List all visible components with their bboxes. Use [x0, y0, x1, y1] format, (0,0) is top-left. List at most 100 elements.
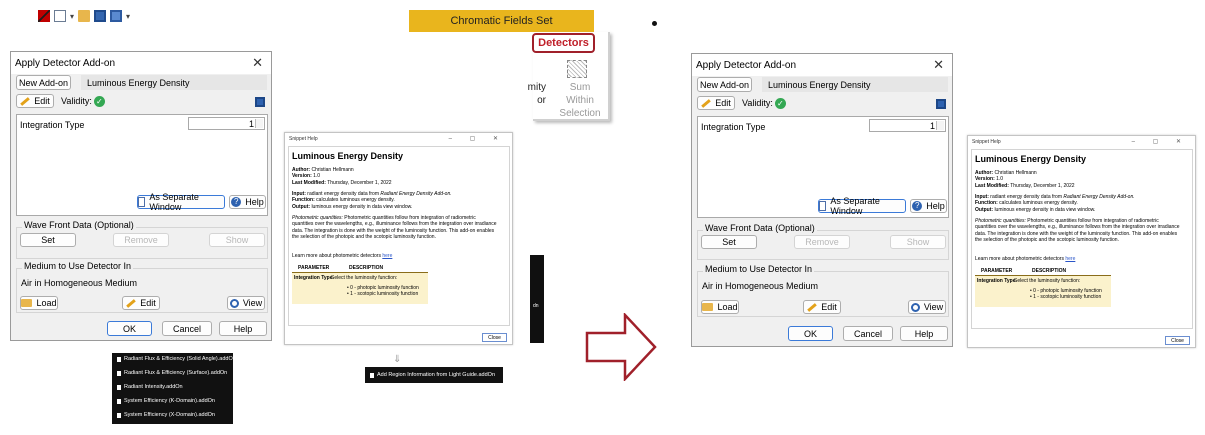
new-addon-button[interactable]: New Add-on	[697, 77, 752, 92]
learn-more-link[interactable]: here	[382, 253, 392, 259]
input-italic: Radiant Energy Density Add-on.	[380, 191, 452, 197]
help-close-button[interactable]: Close	[482, 333, 507, 342]
sum-within-selection-button[interactable]: Sum Within Selection	[555, 81, 605, 120]
cancel-button[interactable]: Cancel	[162, 321, 212, 336]
help-icon: ?	[912, 201, 923, 211]
desc-line-4: the selection of the photopic and the sc…	[292, 233, 436, 240]
snippet-help-window: Snippet Help – ▢ ✕ Luminous Energy Densi…	[284, 132, 513, 345]
param-option-2: 1 - scotopic luminosity function	[1033, 294, 1102, 301]
region-file-item[interactable]: Add Region Information from Light Guide.…	[365, 367, 503, 383]
remove-button[interactable]: Remove	[794, 235, 850, 249]
list-item[interactable]: Radiant Flux & Efficiency (Solid Angle).…	[117, 356, 236, 362]
load-button[interactable]: Load	[20, 296, 58, 310]
pencil-icon	[701, 98, 712, 108]
ok-button[interactable]: OK	[107, 321, 152, 336]
input-italic: Radiant Energy Density Add-on.	[1063, 194, 1135, 200]
learn-more-text: Learn more about photometric detectors	[975, 256, 1064, 262]
ribbon-tab-chromatic-fields-set[interactable]: Chromatic Fields Set	[409, 10, 594, 32]
table-header-parameter: PARAMETER	[981, 268, 1013, 274]
help-button[interactable]: ? Help	[229, 195, 266, 209]
integration-type-stepper[interactable]: 1	[869, 119, 946, 132]
as-separate-window-button[interactable]: As Separate Window	[137, 192, 225, 212]
validity-indicator: Validity: ✓	[61, 96, 105, 107]
table-header-description: DESCRIPTION	[1032, 268, 1067, 274]
list-item-label: System Efficiency (X-Domain).addOn	[124, 412, 215, 418]
help-heading: Luminous Energy Density	[292, 151, 404, 161]
set-button[interactable]: Set	[701, 235, 757, 249]
edit-label: Edit	[715, 98, 731, 108]
cancel-button[interactable]: Cancel	[843, 326, 893, 341]
right-arrow-icon	[585, 313, 657, 381]
save-as-icon[interactable]	[110, 10, 123, 22]
separate-window-label: As Separate Window	[149, 192, 199, 212]
addon-file-list: Radiant Flux & Efficiency (Solid Angle).…	[112, 353, 236, 424]
validity-label: Validity:	[742, 98, 773, 108]
list-item-label: Radiant Flux & Efficiency (Surface).addO…	[124, 370, 228, 376]
list-item[interactable]: Radiant Intensity.addOn	[117, 384, 183, 390]
save-icon[interactable]	[936, 99, 946, 109]
clipped-ribbon-label: mity or	[512, 81, 546, 107]
edit-medium-button[interactable]: Edit	[803, 300, 841, 314]
sum-within-label: Sum Within	[566, 82, 594, 106]
version-value: 1.0	[996, 176, 1004, 183]
help-close-label: Close	[488, 334, 501, 341]
edit-addon-button[interactable]: Edit	[16, 94, 54, 108]
open-folder-icon[interactable]	[78, 10, 91, 22]
author-value: Christian Hellmann	[311, 167, 354, 173]
snippet-help-title: Snippet Help	[972, 139, 1001, 145]
new-file-icon[interactable]	[54, 10, 66, 22]
save-icon[interactable]	[255, 97, 265, 107]
show-button[interactable]: Show	[209, 233, 265, 247]
close-icon[interactable]: ✕	[933, 57, 944, 73]
as-separate-window-button[interactable]: As Separate Window	[818, 196, 906, 216]
learn-more: Learn more about photometric detectors h…	[292, 253, 392, 259]
close-icon[interactable]: ✕	[252, 55, 263, 71]
help-heading: Luminous Energy Density	[975, 154, 1087, 164]
edit-medium-label: Edit	[821, 302, 837, 312]
file-icon	[117, 412, 121, 418]
check-icon: ✓	[774, 98, 786, 109]
remove-button[interactable]: Remove	[113, 233, 169, 247]
file-icon	[117, 370, 121, 376]
window-controls-icon[interactable]: – ▢ ✕	[1132, 138, 1189, 145]
list-item[interactable]: Radiant Flux & Efficiency (Surface).addO…	[117, 370, 227, 376]
author-label: Author:	[292, 167, 311, 173]
window-controls-icon[interactable]: – ▢ ✕	[449, 135, 506, 142]
addon-name-value: Luminous Energy Density	[87, 77, 190, 88]
help2-button[interactable]: Help	[219, 321, 267, 336]
parameter-table: PARAMETER DESCRIPTION Integration Type S…	[292, 264, 428, 304]
view-button[interactable]: View	[908, 300, 946, 314]
load-label: Load	[36, 298, 57, 308]
set-button[interactable]: Set	[20, 233, 76, 247]
integration-type-stepper[interactable]: 1	[188, 117, 265, 130]
detectors-menu-button[interactable]: Detectors	[532, 33, 595, 53]
snippet-help-title: Snippet Help	[289, 136, 318, 142]
new-addon-button[interactable]: New Add-on	[16, 75, 71, 90]
customize-toolbar-icon[interactable]: ▾	[126, 12, 130, 21]
dialog-title-bar: Apply Detector Add-on ✕	[692, 54, 952, 76]
table-row: Integration Type Select the luminosity f…	[975, 276, 1111, 307]
help2-button[interactable]: Help	[900, 326, 948, 341]
learn-more-text: Learn more about photometric detectors	[292, 253, 381, 259]
help-button[interactable]: ? Help	[910, 199, 947, 213]
load-button[interactable]: Load	[701, 300, 739, 314]
desc-line-1: Photometric quantities follow from integ…	[344, 215, 476, 221]
list-item[interactable]: System Efficiency (X-Domain).addOn	[117, 412, 215, 418]
help-icon: ?	[231, 197, 242, 207]
dropdown-icon[interactable]: ▾	[70, 12, 74, 21]
table-row: Integration Type Select the luminosity f…	[292, 273, 428, 304]
help2-label: Help	[233, 323, 253, 334]
medium-group: Medium to Use Detector In Air in Homogen…	[697, 264, 949, 317]
sum-within-selection-icon	[567, 60, 587, 78]
list-item[interactable]: System Efficiency (K-Domain).addOn	[117, 398, 215, 404]
show-button[interactable]: Show	[890, 235, 946, 249]
save-icon[interactable]	[94, 10, 107, 22]
help-close-button[interactable]: Close	[1165, 336, 1190, 345]
help2-label: Help	[914, 328, 934, 339]
edit-addon-button[interactable]: Edit	[697, 96, 735, 110]
learn-more-link[interactable]: here	[1065, 256, 1075, 262]
edit-medium-button[interactable]: Edit	[122, 296, 160, 310]
param-name: Integration Type	[294, 275, 333, 281]
view-button[interactable]: View	[227, 296, 265, 310]
ok-button[interactable]: OK	[788, 326, 833, 341]
